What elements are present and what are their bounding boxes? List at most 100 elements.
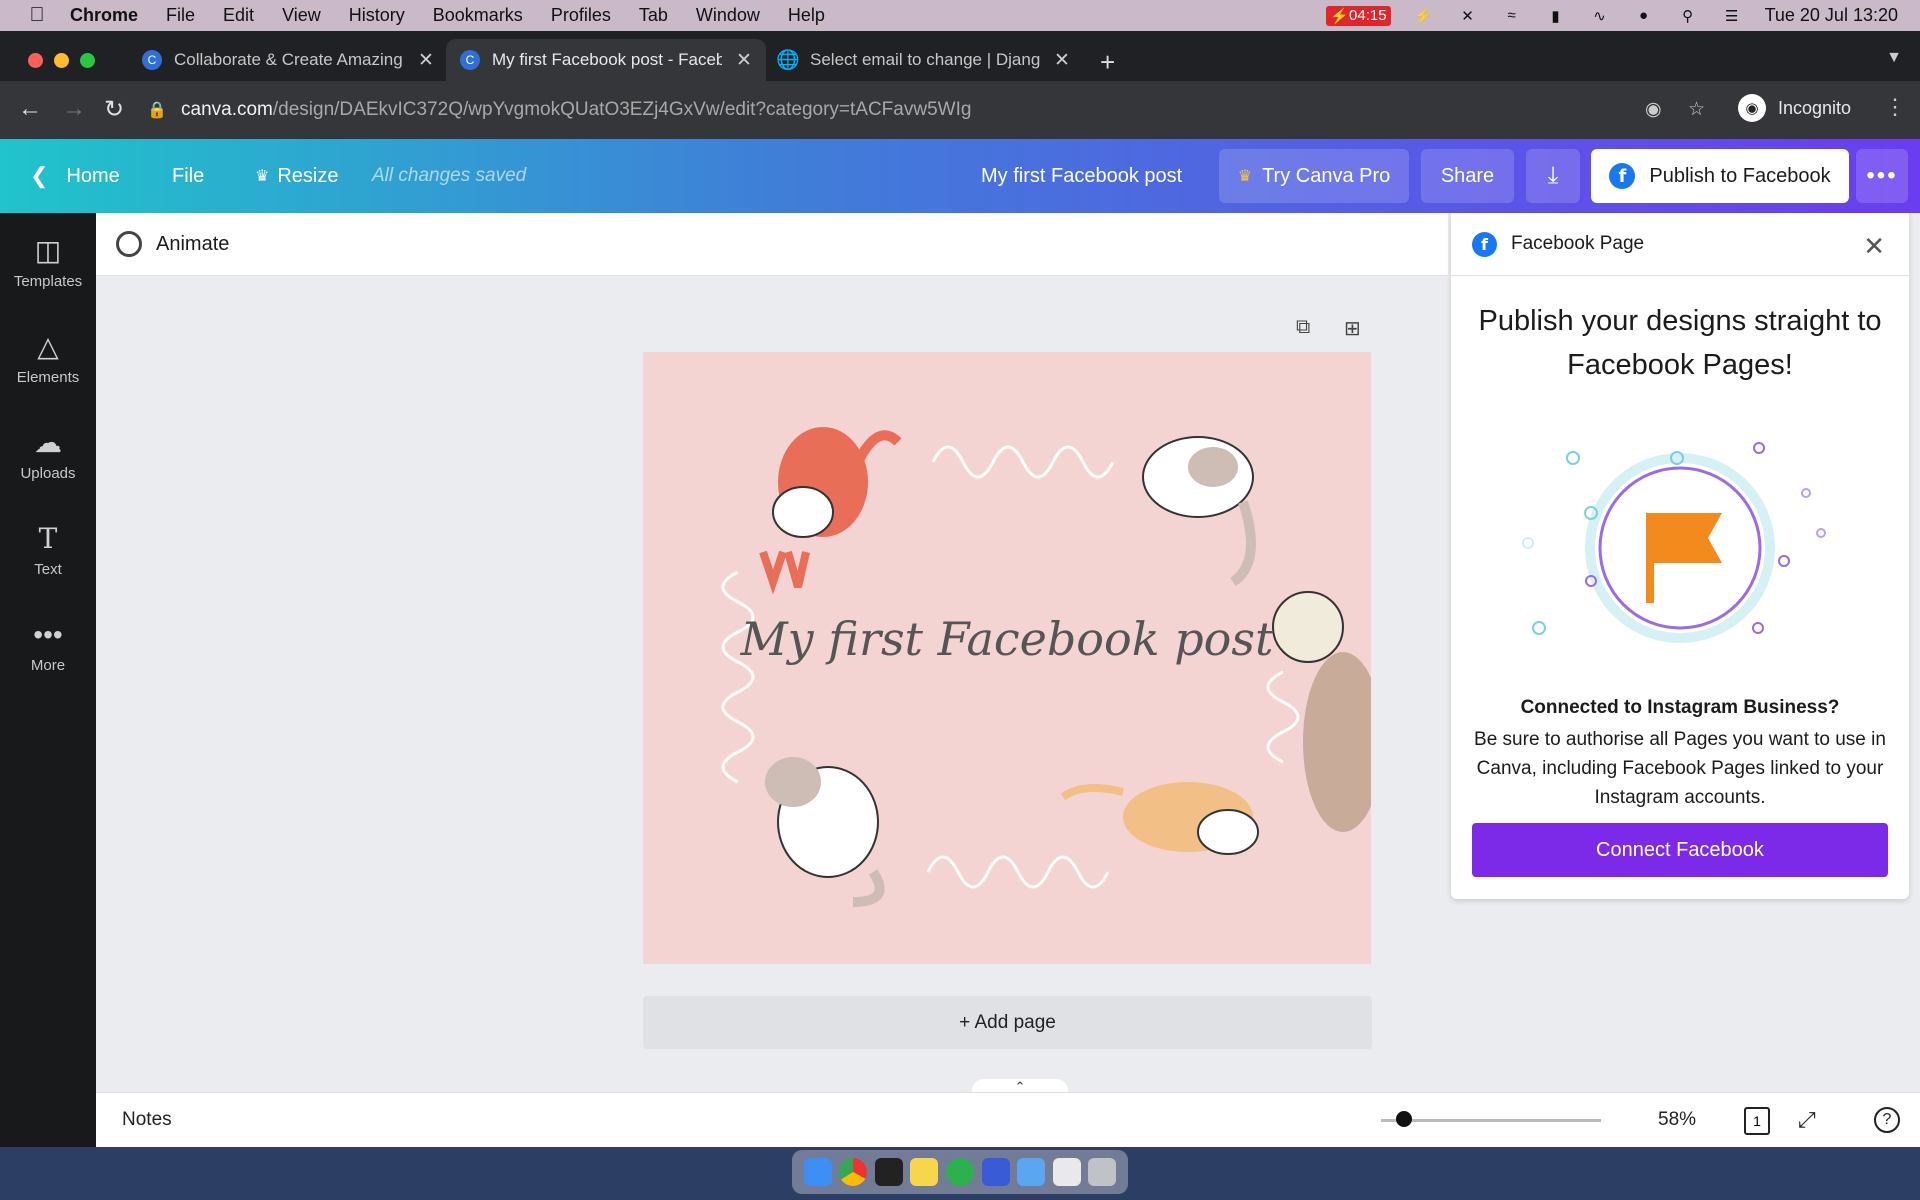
sidebar-item-text[interactable]: T Text: [0, 522, 96, 579]
reload-icon[interactable]: ↻: [104, 95, 124, 124]
chrome-menu-icon[interactable]: ⋮: [1884, 94, 1906, 120]
connect-facebook-button[interactable]: Connect Facebook: [1472, 823, 1888, 877]
text-icon: T: [38, 522, 58, 555]
window-minimize-button[interactable]: [54, 53, 69, 68]
animate-button[interactable]: Animate: [156, 233, 229, 256]
tab-close-icon[interactable]: ✕: [736, 49, 752, 72]
menu-app-name[interactable]: Chrome: [70, 5, 138, 26]
flag-illustration: [1522, 442, 1826, 643]
activity-icon[interactable]: ≈: [1501, 7, 1523, 25]
sidebar-item-more[interactable]: ••• More: [0, 619, 96, 674]
menu-file[interactable]: File: [166, 5, 195, 26]
bolt-icon[interactable]: ⚡: [1413, 7, 1435, 25]
try-pro-label: Try Canva Pro: [1262, 164, 1391, 187]
fullscreen-icon[interactable]: ⤢: [1798, 1107, 1816, 1133]
url-path: /design/DAEkvIC372Q/wpYvgmokQUatO3EZj4Gx…: [272, 99, 972, 120]
eye-slash-icon[interactable]: ◉: [1645, 98, 1662, 121]
window-zoom-button[interactable]: [80, 53, 95, 68]
incognito-icon: ◉: [1738, 94, 1766, 122]
incognito-profile[interactable]: ◉ Incognito: [1738, 94, 1851, 122]
canva-favicon-icon: C: [460, 50, 480, 70]
design-title[interactable]: My first Facebook post: [981, 139, 1182, 213]
terminal-icon[interactable]: [874, 1158, 903, 1186]
menu-bookmarks[interactable]: Bookmarks: [433, 5, 523, 26]
bolt-app-icon[interactable]: [981, 1158, 1010, 1186]
battery-icon[interactable]: ▮: [1545, 7, 1567, 25]
sidebar-item-uploads[interactable]: ☁ Uploads: [0, 427, 96, 482]
spotify-icon[interactable]: [945, 1158, 974, 1186]
editor-toolbar: Animate: [96, 213, 1448, 276]
forward-arrow-icon[interactable]: →: [62, 95, 86, 123]
spotlight-search-icon[interactable]: ⚲: [1677, 7, 1699, 25]
browser-tab-active[interactable]: C My first Facebook post - Faceb ✕: [446, 39, 766, 81]
tab-close-icon[interactable]: ✕: [1054, 49, 1070, 72]
crown-icon: ♛: [1237, 168, 1253, 185]
macos-menubar:  Chrome File Edit View History Bookmark…: [0, 0, 1920, 31]
close-icon[interactable]: ✕: [1863, 231, 1885, 262]
wifi-icon[interactable]: ∿: [1589, 7, 1611, 25]
more-options-button[interactable]: •••: [1856, 149, 1908, 203]
incognito-label: Incognito: [1778, 97, 1852, 118]
facebook-icon: f: [1609, 163, 1636, 189]
panel-headline: Publish your designs straight to Faceboo…: [1478, 305, 1882, 381]
menu-edit[interactable]: Edit: [223, 5, 254, 26]
bookmark-star-icon[interactable]: ☆: [1688, 98, 1705, 121]
back-arrow-icon[interactable]: ←: [18, 95, 42, 123]
home-button[interactable]: ❮ Home: [30, 139, 120, 213]
file-menu-button[interactable]: File: [172, 139, 204, 213]
user-icon[interactable]: ●: [1633, 7, 1655, 25]
sidebar-item-elements[interactable]: △ Elements: [0, 331, 96, 386]
trash-icon[interactable]: [1088, 1158, 1117, 1186]
download-button[interactable]: ⤓: [1526, 149, 1580, 203]
sidebar-item-templates[interactable]: ◫ Templates: [0, 235, 96, 290]
menu-history[interactable]: History: [349, 5, 405, 26]
notes-app-icon[interactable]: [910, 1158, 939, 1186]
design-canvas[interactable]: My first Facebook post: [643, 352, 1371, 964]
publish-to-facebook-button[interactable]: f Publish to Facebook: [1591, 149, 1849, 203]
menubar-datetime[interactable]: Tue 20 Jul 13:20: [1765, 5, 1898, 26]
zoom-slider[interactable]: [1381, 1119, 1601, 1122]
menu-help[interactable]: Help: [788, 5, 825, 26]
add-page-icon[interactable]: ⊞: [1344, 316, 1361, 341]
editor-bottom-bar: Notes – 58% 1 ⤢ ?: [96, 1092, 1920, 1147]
resize-button[interactable]: ♛ Resize: [255, 139, 338, 213]
preview-icon[interactable]: [1052, 1158, 1081, 1186]
control-center-icon[interactable]: ☰: [1721, 7, 1743, 25]
browser-tabbar: C Collaborate & Create Amazing ✕ C My fi…: [0, 31, 1920, 81]
menu-profiles[interactable]: Profiles: [551, 5, 611, 26]
publish-label: Publish to Facebook: [1649, 164, 1831, 187]
download-icon: ⤓: [1547, 162, 1559, 189]
bluetooth-icon[interactable]: ✕: [1457, 7, 1479, 25]
browser-tab[interactable]: 🌐 Select email to change | Djang ✕: [764, 39, 1084, 81]
panel-description: Be sure to authorise all Pages you want …: [1474, 729, 1886, 808]
battery-timer[interactable]: ⚡ 04:15: [1326, 5, 1391, 26]
duplicate-page-icon[interactable]: ⧉: [1296, 316, 1310, 339]
chrome-icon[interactable]: [839, 1158, 868, 1186]
menu-tab[interactable]: Tab: [639, 5, 668, 26]
help-icon[interactable]: ?: [1874, 1107, 1900, 1133]
animate-icon[interactable]: [116, 231, 142, 257]
browser-tab[interactable]: C Collaborate & Create Amazing ✕: [128, 39, 448, 81]
new-tab-icon[interactable]: +: [1100, 47, 1115, 78]
notes-button[interactable]: Notes: [122, 1109, 172, 1131]
window-close-button[interactable]: [28, 53, 43, 68]
address-bar[interactable]: 🔒 canva.com /design/DAEkvIC372Q/wpYvgmok…: [147, 91, 1727, 129]
tab-close-icon[interactable]: ✕: [418, 49, 434, 72]
uploads-icon: ☁: [34, 427, 62, 458]
panel-title: Facebook Page: [1511, 233, 1645, 254]
share-button[interactable]: Share: [1421, 149, 1514, 203]
tab-search-chevron-icon[interactable]: ▼: [1886, 49, 1902, 67]
lock-icon[interactable]: 🔒: [147, 100, 169, 120]
templates-icon: ◫: [34, 235, 62, 266]
apple-icon[interactable]: : [26, 4, 48, 27]
finder-icon[interactable]: [803, 1158, 832, 1186]
menu-view[interactable]: View: [282, 5, 321, 26]
page-count-button[interactable]: 1: [1744, 1107, 1770, 1135]
folder-icon[interactable]: [1017, 1158, 1046, 1186]
zoom-slider-handle[interactable]: [1396, 1111, 1412, 1127]
canvas-title-text[interactable]: My first Facebook post: [643, 612, 1371, 666]
zoom-percentage[interactable]: 58%: [1658, 1109, 1696, 1131]
try-canva-pro-button[interactable]: ♛ Try Canva Pro: [1219, 149, 1409, 203]
add-page-button[interactable]: + Add page: [643, 996, 1372, 1049]
menu-window[interactable]: Window: [696, 5, 760, 26]
